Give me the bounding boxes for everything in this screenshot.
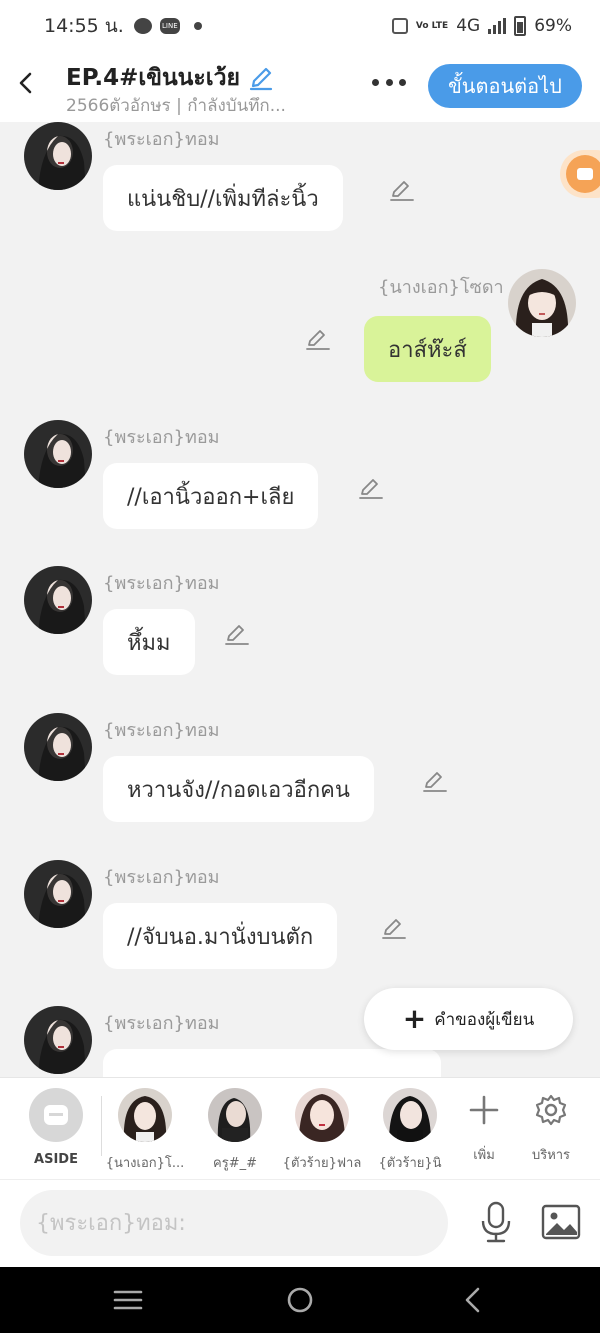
speaker-name: {พระเอก}ทอม: [103, 720, 220, 741]
avatar: [295, 1088, 349, 1142]
gear-icon: [535, 1094, 567, 1126]
camera-icon: [577, 168, 593, 180]
avatar: [208, 1088, 262, 1142]
episode-title[interactable]: EP.4#เขินนะเว้ย: [66, 60, 274, 96]
character-villain-2[interactable]: {ตัวร้าย}นิ: [370, 1088, 450, 1173]
microphone-icon[interactable]: [476, 1200, 516, 1244]
next-step-button[interactable]: ขั้นตอนต่อไป: [428, 64, 582, 108]
aside-button[interactable]: ASIDE: [16, 1088, 96, 1167]
message-bubble[interactable]: หึ้มม: [103, 609, 195, 675]
avatar[interactable]: [24, 860, 92, 928]
menu-icon[interactable]: [113, 1287, 143, 1313]
battery-icon: [514, 16, 527, 36]
pencil-icon[interactable]: [248, 65, 274, 91]
speaker-name: {พระเอก}ทอม: [103, 427, 220, 448]
home-icon[interactable]: [285, 1287, 315, 1313]
writer-note-label: คำของผู้เขียน: [434, 1009, 535, 1030]
messenger-icon: [133, 18, 152, 34]
message-bubble[interactable]: แน่นชิบ//เพิ่มทีล่ะนิ้ว: [103, 165, 343, 231]
writer-note-button[interactable]: + คำของผู้เขียน: [364, 988, 573, 1050]
character-villain-1[interactable]: {ตัวร้าย}ฟาล: [282, 1088, 362, 1173]
speaker-name: {พระเอก}ทอม: [103, 1013, 220, 1034]
message-input[interactable]: [20, 1190, 448, 1256]
back-nav-icon[interactable]: [458, 1287, 488, 1313]
speaker-name: {พระเอก}ทอม: [103, 867, 220, 888]
character-label: ครู#_#: [213, 1156, 257, 1171]
signal-icon: [488, 18, 507, 34]
character-bar: ASIDE {นางเอก}โ... ครู#_# {ตัวร้าย}ฟาล {…: [0, 1077, 600, 1179]
aside-icon: [44, 1105, 68, 1125]
avatar[interactable]: [24, 420, 92, 488]
plus-icon: +: [402, 1002, 427, 1035]
character-teacher[interactable]: ครู#_#: [195, 1088, 275, 1173]
manage-button[interactable]: บริหาร: [521, 1090, 581, 1165]
pencil-icon[interactable]: [358, 476, 384, 500]
character-heroine[interactable]: {นางเอก}โ...: [105, 1088, 185, 1173]
message-bubble[interactable]: หวานจัง//กอดเอวอีกคน: [103, 756, 374, 822]
system-nav-bar: [0, 1267, 600, 1333]
message-bubble[interactable]: //จับนอ.มานั่งบนตัก: [103, 903, 338, 969]
battery-percent: 69%: [534, 16, 572, 36]
avatar[interactable]: [24, 122, 92, 190]
notification-dot-icon: [193, 22, 202, 30]
avatar[interactable]: [24, 1006, 92, 1074]
avatar[interactable]: [508, 269, 576, 337]
network-type: 4G: [456, 16, 481, 36]
vibrate-icon: [391, 18, 408, 34]
speaker-name: {นางเอก}โซดา: [378, 277, 504, 298]
aside-label: ASIDE: [34, 1152, 78, 1167]
more-icon[interactable]: [372, 72, 406, 92]
pencil-icon[interactable]: [389, 178, 415, 202]
pencil-icon[interactable]: [305, 327, 331, 351]
status-bar: 14:55 น. LINE Vo LTE 4G 69%: [0, 0, 600, 52]
episode-title-text: EP.4#เขินนะเว้ย: [66, 65, 240, 91]
character-label: {ตัวร้าย}นิ: [378, 1156, 442, 1171]
input-bar: [0, 1179, 600, 1267]
avatar[interactable]: [24, 713, 92, 781]
record-button[interactable]: [560, 150, 600, 198]
character-label: {นางเอก}โ...: [105, 1156, 185, 1171]
speaker-name: {พระเอก}ทอม: [103, 129, 220, 150]
episode-status: 2566ตัวอักษร | กำลังบันทึก...: [66, 96, 286, 116]
chat-area[interactable]: {พระเอก}ทอม แน่นชิบ//เพิ่มทีล่ะนิ้ว {นาง…: [0, 122, 600, 1077]
plus-icon: [469, 1095, 499, 1125]
pencil-icon[interactable]: [422, 769, 448, 793]
avatar[interactable]: [24, 566, 92, 634]
volte-icon: Vo LTE: [415, 20, 449, 31]
pencil-icon[interactable]: [224, 622, 250, 646]
character-label: {ตัวร้าย}ฟาล: [282, 1156, 362, 1171]
message-bubble[interactable]: //เอานิ้วออก+เลีย: [103, 463, 319, 529]
status-time: 14:55 น.: [44, 15, 124, 37]
header: EP.4#เขินนะเว้ย 2566ตัวอักษร | กำลังบันท…: [0, 52, 600, 122]
add-label: เพิ่ม: [473, 1148, 495, 1163]
manage-label: บริหาร: [531, 1148, 571, 1163]
speaker-name: {พระเอก}ทอม: [103, 573, 220, 594]
add-character-button[interactable]: เพิ่ม: [454, 1090, 514, 1165]
line-app-icon: LINE: [159, 18, 180, 34]
avatar: [118, 1088, 172, 1142]
back-arrow-icon[interactable]: [14, 70, 40, 96]
message-bubble[interactable]: [103, 1049, 441, 1077]
image-icon[interactable]: [540, 1202, 582, 1242]
avatar: [383, 1088, 437, 1142]
pencil-icon[interactable]: [381, 916, 407, 940]
message-bubble[interactable]: อาส์ห๊ะส์: [364, 316, 491, 382]
